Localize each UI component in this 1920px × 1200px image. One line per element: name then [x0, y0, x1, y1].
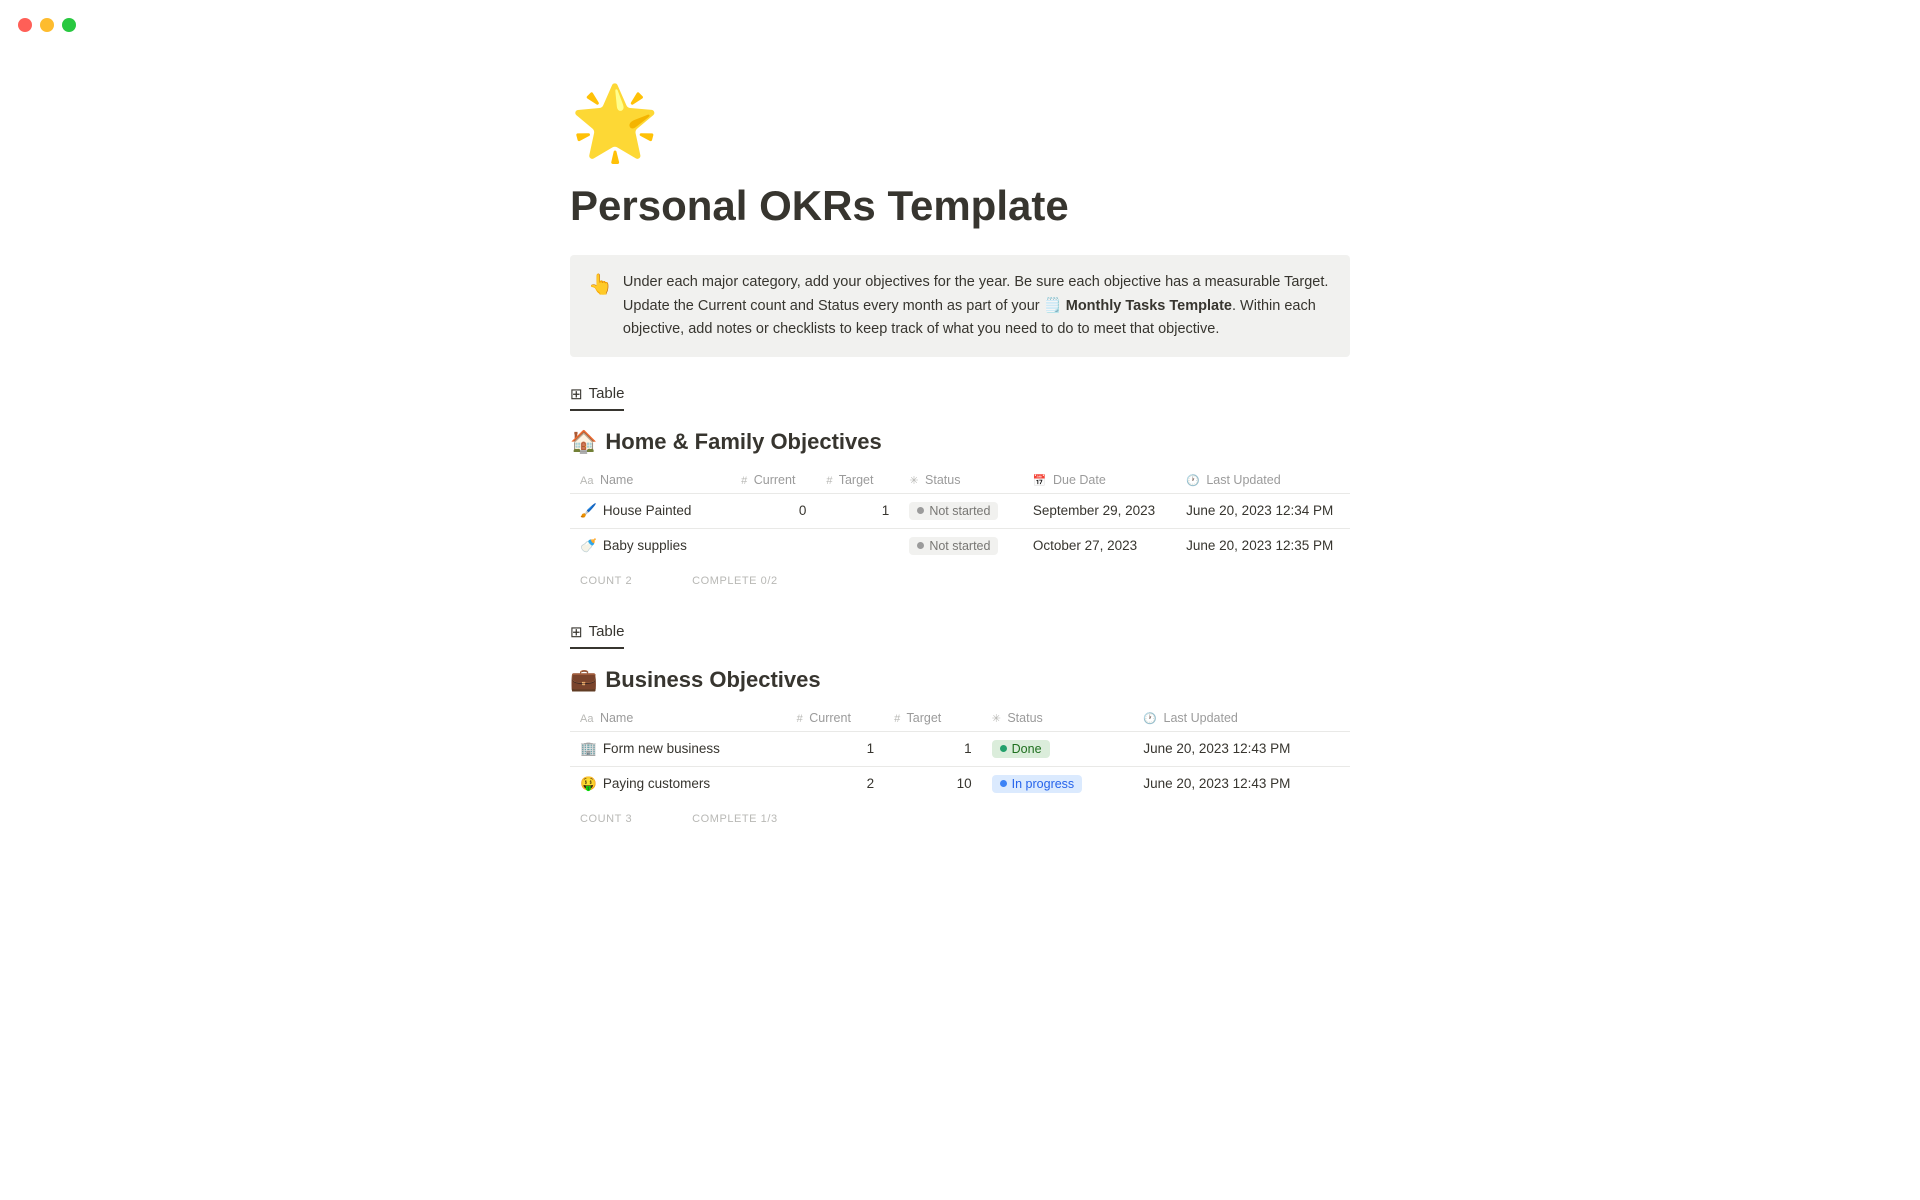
table-footer-1: COUNT 2 COMPLETE 0/2: [570, 567, 1350, 595]
callout-link[interactable]: Monthly Tasks Template: [1066, 298, 1232, 314]
section-heading-icon-1: 🏠: [570, 429, 597, 455]
th-lastupdated-2: 🕐 Last Updated: [1133, 705, 1350, 732]
section-heading-1: 🏠 Home & Family Objectives: [570, 429, 1350, 455]
cell-duedate: October 27, 2023: [1023, 528, 1176, 563]
tab-table-2-label: Table: [589, 623, 625, 640]
cell-duedate: September 29, 2023: [1023, 493, 1176, 528]
th-name-2: Aa Name: [570, 705, 787, 732]
cell-lastupdated: June 20, 2023 12:34 PM: [1176, 493, 1350, 528]
cell-lastupdated: June 20, 2023 12:43 PM: [1133, 731, 1350, 766]
table-icon-1: ⊞: [570, 385, 583, 403]
page-title: Personal OKRs Template: [570, 181, 1350, 231]
tab-table-2[interactable]: ⊞ Table: [570, 623, 624, 649]
cell-target: 10: [884, 766, 982, 801]
cell-current: [731, 528, 816, 563]
table-row[interactable]: 🖌️House Painted 0 1 Not started Septembe…: [570, 493, 1350, 528]
cell-status: Not started: [899, 528, 1023, 563]
table-home-family: Aa Name # Current # Target ✳ Status 📅 Du…: [570, 467, 1350, 563]
cell-current: 1: [787, 731, 885, 766]
cell-status: In progress: [982, 766, 1134, 801]
window-controls: [18, 18, 76, 32]
cell-name: 🏢Form new business: [570, 731, 787, 766]
section-home-family: ⊞ Table 🏠 Home & Family Objectives Aa Na…: [570, 385, 1350, 595]
th-target-2: # Target: [884, 705, 982, 732]
th-name-1: Aa Name: [570, 467, 731, 494]
table-footer-2: COUNT 3 COMPLETE 1/3: [570, 805, 1350, 833]
tab-table-1[interactable]: ⊞ Table: [570, 385, 624, 411]
th-target-1: # Target: [816, 467, 899, 494]
th-status-2: ✳ Status: [982, 705, 1134, 732]
tab-table-1-label: Table: [589, 385, 625, 402]
th-current-2: # Current: [787, 705, 885, 732]
cell-name: 🖌️House Painted: [570, 493, 731, 528]
th-status-1: ✳ Status: [899, 467, 1023, 494]
cell-name: 🍼Baby supplies: [570, 528, 731, 563]
cell-status: Not started: [899, 493, 1023, 528]
footer-count-2: COUNT 3: [580, 813, 632, 825]
cell-target: 1: [884, 731, 982, 766]
page-content: 🌟 Personal OKRs Template 👆 Under each ma…: [510, 0, 1410, 941]
callout-text: Under each major category, add your obje…: [623, 271, 1332, 341]
table-row[interactable]: 🏢Form new business 1 1 Done June 20, 202…: [570, 731, 1350, 766]
th-current-1: # Current: [731, 467, 816, 494]
footer-count-1: COUNT 2: [580, 575, 632, 587]
footer-complete-1: COMPLETE 0/2: [692, 575, 777, 587]
footer-complete-2: COMPLETE 1/3: [692, 813, 777, 825]
section-heading-icon-2: 💼: [570, 667, 597, 693]
cell-status: Done: [982, 731, 1134, 766]
cell-current: 2: [787, 766, 885, 801]
th-lastupdated-1: 🕐 Last Updated: [1176, 467, 1350, 494]
cell-current: 0: [731, 493, 816, 528]
cell-lastupdated: June 20, 2023 12:43 PM: [1133, 766, 1350, 801]
callout-icon: 👆: [588, 272, 613, 297]
table-business: Aa Name # Current # Target ✳ Status 🕐 La…: [570, 705, 1350, 801]
page-icon: 🌟: [570, 80, 1350, 165]
cell-target: 1: [816, 493, 899, 528]
close-button[interactable]: [18, 18, 32, 32]
minimize-button[interactable]: [40, 18, 54, 32]
cell-target: [816, 528, 899, 563]
th-duedate-1: 📅 Due Date: [1023, 467, 1176, 494]
section-business: ⊞ Table 💼 Business Objectives Aa Name # …: [570, 623, 1350, 833]
callout-box: 👆 Under each major category, add your ob…: [570, 255, 1350, 357]
section-heading-2: 💼 Business Objectives: [570, 667, 1350, 693]
cell-lastupdated: June 20, 2023 12:35 PM: [1176, 528, 1350, 563]
table-row[interactable]: 🍼Baby supplies Not started October 27, 2…: [570, 528, 1350, 563]
table-row[interactable]: 🤑Paying customers 2 10 In progress June …: [570, 766, 1350, 801]
maximize-button[interactable]: [62, 18, 76, 32]
cell-name: 🤑Paying customers: [570, 766, 787, 801]
table-icon-2: ⊞: [570, 623, 583, 641]
